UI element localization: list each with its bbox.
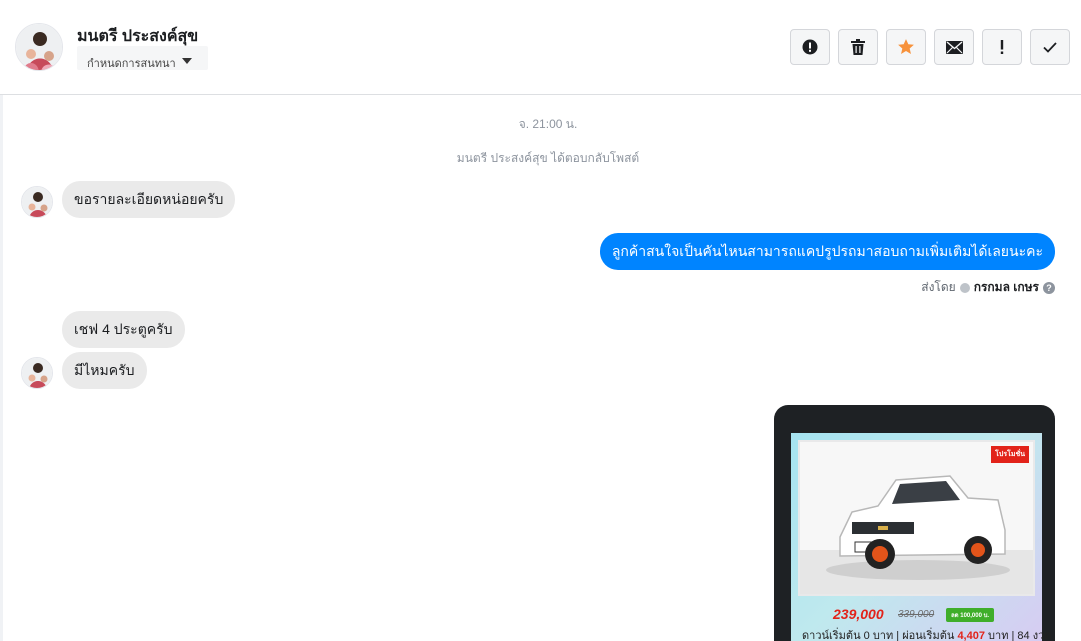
- mark-unread-button[interactable]: [934, 29, 974, 65]
- message-timestamp: จ. 21:00 น.: [518, 117, 578, 131]
- outgoing-message: ลูกค้าสนใจเป็นคันไหนสามารถแคปรูปรถมาสอบถ…: [599, 233, 1055, 270]
- finance-terms: ดาวน์เริ่มต้น 0 บาท | ผ่อนเริ่มต้น 4,407…: [802, 626, 1051, 641]
- assign-conversation-label: กำหนดการสนทนา: [87, 58, 176, 70]
- divider: [0, 95, 3, 641]
- alert-circle-icon: [802, 39, 818, 55]
- car-advertisement: โปรโมชั่น 239,000 339,000 ลด 100,000 บ. …: [791, 433, 1051, 641]
- image-attachment[interactable]: โปรโมชั่น 239,000 339,000 ลด 100,000 บ. …: [774, 405, 1055, 641]
- contact-avatar[interactable]: [15, 23, 63, 71]
- envelope-icon: [945, 40, 963, 54]
- original-price: 339,000: [898, 609, 935, 620]
- terms-suffix: บาท | 84 งวด: [988, 630, 1052, 641]
- sale-price: 239,000: [833, 606, 884, 622]
- promo-badge: โปรโมชั่น: [991, 446, 1029, 463]
- star-button[interactable]: [886, 29, 926, 65]
- exclamation-icon: [1000, 40, 1004, 54]
- incoming-message: ขอรายละเอียดหน่อยครับ: [62, 181, 236, 218]
- trash-icon: [851, 39, 865, 55]
- incoming-message: มีไหมครับ: [62, 352, 147, 389]
- sent-by-label: ส่งโดย: [921, 280, 956, 294]
- mark-done-button[interactable]: [1030, 29, 1070, 65]
- delete-button[interactable]: [838, 29, 878, 65]
- conversation-header: มนตรี ประสงค์สุข กำหนดการสนทนา: [0, 0, 1081, 95]
- mark-spam-button[interactable]: [790, 29, 830, 65]
- assign-conversation-dropdown[interactable]: กำหนดการสนทนา: [77, 46, 208, 70]
- follow-up-button[interactable]: [982, 29, 1022, 65]
- header-actions: [790, 29, 1070, 65]
- incoming-message: เชฟ 4 ประตูครับ: [62, 311, 185, 348]
- sender-avatar[interactable]: [21, 186, 53, 218]
- agent-status-icon: [959, 282, 970, 293]
- help-icon[interactable]: ?: [1043, 281, 1055, 294]
- sent-by-info: ส่งโดย กรกมล เกษร ?: [921, 278, 1055, 297]
- star-icon: [898, 39, 914, 54]
- check-icon: [1043, 41, 1057, 53]
- installment-amount: 4,407: [957, 630, 985, 641]
- system-note: มนตรี ประสงค์สุข ได้ตอบกลับโพสต์: [456, 151, 640, 165]
- discount-badge: ลด 100,000 บ.: [946, 608, 995, 622]
- car-photo: โปรโมชั่น: [798, 440, 1035, 596]
- terms-prefix: ดาวน์เริ่มต้น 0 บาท | ผ่อนเริ่มต้น: [802, 630, 955, 641]
- sender-avatar[interactable]: [21, 357, 53, 389]
- caret-down-icon: [181, 58, 192, 64]
- sent-by-agent-name[interactable]: กรกมล เกษร: [974, 278, 1039, 297]
